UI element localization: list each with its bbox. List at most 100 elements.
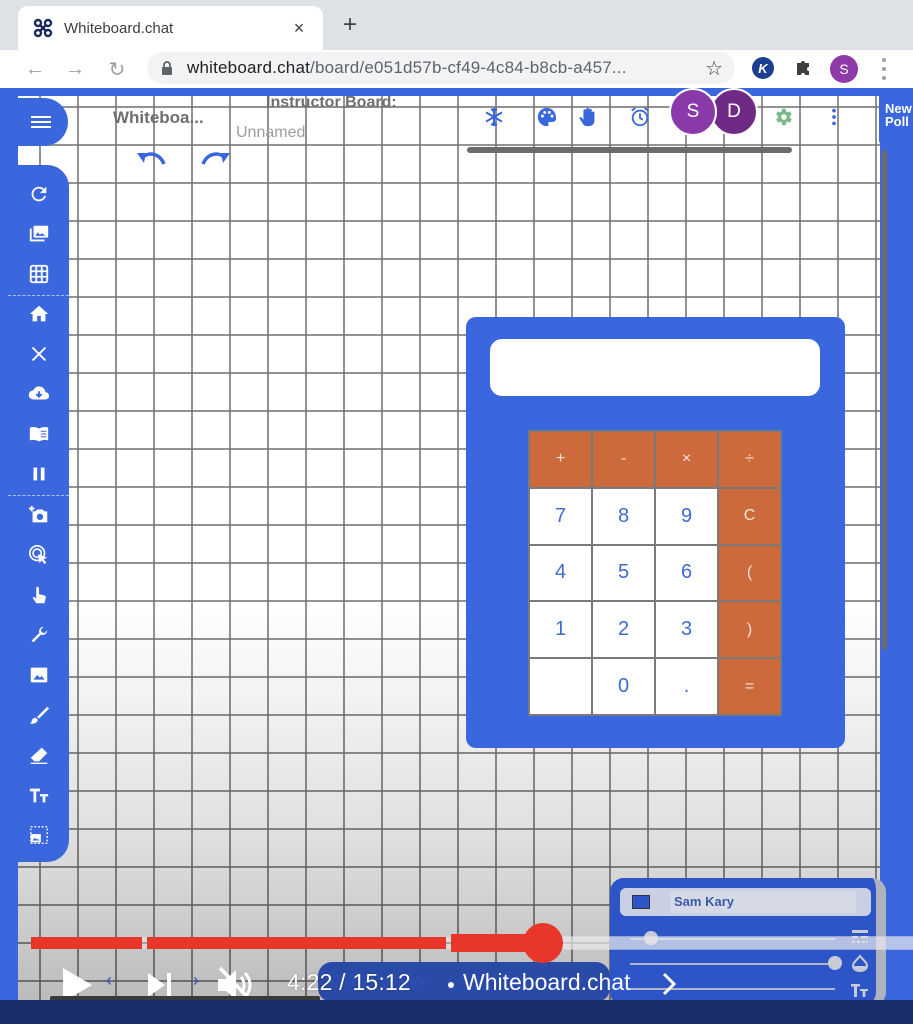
separator-dot bbox=[448, 982, 454, 988]
forward-button[interactable]: → bbox=[60, 54, 90, 84]
touch-pointer-icon[interactable] bbox=[24, 540, 54, 570]
instructor-board-label: Instructor Board: bbox=[266, 94, 397, 111]
calculator-key[interactable]: 5 bbox=[593, 545, 654, 601]
calculator-key[interactable]: ) bbox=[719, 602, 780, 658]
profile-avatar[interactable]: S bbox=[830, 55, 858, 83]
url-host: whiteboard.chat bbox=[187, 58, 311, 77]
chevron-right-icon[interactable] bbox=[660, 970, 678, 998]
url-path: /board/e051d57b-cf49-4c84-b8cb-a457... bbox=[310, 58, 627, 77]
pause-icon[interactable] bbox=[24, 459, 54, 489]
calculator-display bbox=[490, 339, 820, 396]
wrench-icon[interactable] bbox=[24, 620, 54, 650]
calculator-key[interactable]: 6 bbox=[656, 545, 717, 601]
calculator-key[interactable]: 9 bbox=[656, 488, 717, 544]
back-button[interactable]: ← bbox=[20, 54, 50, 84]
image-icon[interactable] bbox=[24, 660, 54, 690]
extensions-puzzle-icon[interactable] bbox=[792, 56, 814, 78]
duration: 15:12 bbox=[352, 969, 411, 995]
tap-icon[interactable] bbox=[24, 580, 54, 610]
opacity-drop-icon bbox=[850, 954, 870, 972]
opacity-slider-thumb[interactable] bbox=[828, 956, 842, 970]
gallery-icon[interactable] bbox=[24, 219, 54, 249]
brush-icon[interactable] bbox=[24, 700, 54, 730]
calculator-key[interactable]: + bbox=[530, 432, 591, 487]
tab-close-button[interactable]: × bbox=[287, 16, 311, 40]
instructor-board-name[interactable]: Unnamed bbox=[236, 124, 305, 142]
board-name[interactable]: Whiteboa... bbox=[113, 108, 204, 128]
current-time: 4:22 bbox=[287, 969, 333, 995]
snowflake-icon[interactable] bbox=[481, 104, 507, 130]
calculator-key[interactable]: = bbox=[719, 659, 780, 714]
calculator-key[interactable]: - bbox=[593, 432, 654, 487]
calculator-key[interactable]: 0 bbox=[593, 659, 654, 714]
screen: Whiteboard.chat × + ← → ↻ whiteboard.cha… bbox=[0, 0, 913, 1024]
redo-icon bbox=[201, 152, 230, 165]
new-poll-tab[interactable]: New Poll bbox=[879, 96, 913, 146]
video-progress-chapter-2[interactable] bbox=[147, 937, 446, 949]
calculator-key[interactable] bbox=[530, 659, 591, 714]
calculator-key[interactable]: C bbox=[719, 488, 780, 544]
toolbar-scrollbar[interactable] bbox=[467, 147, 792, 153]
palette-icon[interactable] bbox=[534, 104, 560, 130]
reload-button[interactable]: ↻ bbox=[102, 54, 132, 84]
browser-tab[interactable]: Whiteboard.chat × bbox=[18, 6, 323, 50]
calculator-key[interactable]: 7 bbox=[530, 488, 591, 544]
browser-menu-icon[interactable] bbox=[876, 56, 892, 82]
new-tab-button[interactable]: + bbox=[337, 11, 363, 38]
channel-link[interactable]: Whiteboard.chat bbox=[463, 969, 630, 996]
more-vert-icon[interactable] bbox=[821, 104, 847, 130]
opacity-slider[interactable] bbox=[630, 963, 835, 965]
video-time: 4:22 / 15:12 bbox=[287, 969, 411, 996]
browser-tabstrip: Whiteboard.chat × + bbox=[0, 0, 913, 50]
video-progress-chapter-1[interactable] bbox=[31, 937, 142, 949]
calculator-key[interactable]: × bbox=[656, 432, 717, 487]
calculator-key[interactable]: . bbox=[656, 659, 717, 714]
redo-button[interactable] bbox=[199, 146, 233, 168]
browser-toolbar: ← → ↻ whiteboard.chat/board/e051d57b-cf4… bbox=[0, 50, 913, 88]
calculator-widget[interactable]: + - × ÷ 7 8 9 C 4 5 6(1 2 3) 0. = bbox=[466, 317, 845, 748]
grid-icon[interactable] bbox=[24, 259, 54, 289]
add-camera-icon[interactable] bbox=[24, 500, 54, 530]
calculator-keypad: + - × ÷ 7 8 9 C 4 5 6(1 2 3) 0. = bbox=[528, 430, 782, 716]
calculator-key[interactable]: 1 bbox=[530, 602, 591, 658]
color-swatch[interactable] bbox=[632, 895, 650, 909]
hand-icon[interactable] bbox=[575, 104, 601, 130]
user-row: Sam Kary bbox=[620, 888, 871, 916]
vertical-scrollbar[interactable] bbox=[882, 150, 887, 650]
calculator-key[interactable]: 8 bbox=[593, 488, 654, 544]
calculator-key[interactable]: 2 bbox=[593, 602, 654, 658]
calculator-key[interactable]: 4 bbox=[530, 545, 591, 601]
next-page-icon: › bbox=[193, 970, 199, 990]
calculator-key[interactable]: ( bbox=[719, 545, 780, 601]
book-icon[interactable] bbox=[24, 419, 54, 449]
eraser-icon[interactable] bbox=[24, 740, 54, 770]
poll-tab-line2: Poll bbox=[885, 114, 909, 129]
cloud-download-icon[interactable] bbox=[24, 379, 54, 409]
home-icon[interactable] bbox=[24, 299, 54, 329]
calculator-key[interactable]: 3 bbox=[656, 602, 717, 658]
user-name-field[interactable]: Sam Kary bbox=[670, 891, 856, 913]
time-separator: / bbox=[339, 969, 346, 995]
video-scrubber-handle[interactable] bbox=[523, 923, 563, 963]
hamburger-icon bbox=[31, 116, 51, 128]
extension-k-icon[interactable]: K bbox=[752, 57, 774, 79]
whiteboard-logo-icon bbox=[32, 17, 54, 39]
undo-button[interactable] bbox=[134, 146, 168, 168]
text-size-icon[interactable] bbox=[24, 780, 54, 810]
left-toolbar bbox=[8, 165, 69, 862]
video-buffer-bar bbox=[563, 936, 913, 950]
participant-avatar-d[interactable]: D bbox=[710, 88, 758, 136]
tab-title: Whiteboard.chat bbox=[64, 19, 174, 37]
participant-avatar-s[interactable]: S bbox=[669, 88, 717, 136]
refresh-icon[interactable] bbox=[24, 179, 54, 209]
close-icon[interactable] bbox=[24, 339, 54, 369]
gear-icon[interactable] bbox=[770, 104, 796, 130]
address-bar[interactable]: whiteboard.chat/board/e051d57b-cf49-4c84… bbox=[147, 52, 735, 84]
whiteboard-app: New Poll Whiteboa... Instructor Board: U… bbox=[0, 88, 913, 1024]
select-image-icon[interactable] bbox=[24, 820, 54, 850]
hamburger-menu-button[interactable] bbox=[14, 98, 68, 146]
bookmark-star-icon[interactable]: ☆ bbox=[705, 56, 723, 81]
video-bottom-bar bbox=[0, 1000, 913, 1024]
calculator-key[interactable]: ÷ bbox=[719, 432, 780, 487]
alarm-icon[interactable] bbox=[627, 104, 653, 130]
